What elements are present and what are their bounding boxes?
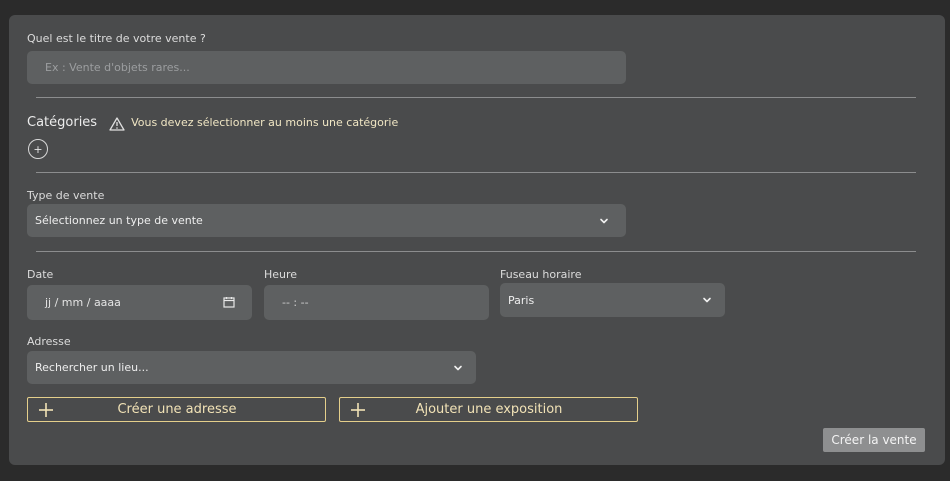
timezone-select[interactable]: Paris bbox=[500, 283, 725, 317]
title-label: Quel est le titre de votre vente ? bbox=[27, 32, 206, 45]
date-input[interactable]: jj / mm / aaaa bbox=[27, 285, 252, 320]
add-exhibition-button[interactable]: Ajouter une exposition bbox=[339, 397, 638, 422]
sale-type-select[interactable]: Sélectionnez un type de vente bbox=[27, 204, 626, 237]
warning-icon bbox=[109, 116, 125, 131]
address-label: Adresse bbox=[27, 335, 71, 348]
date-label: Date bbox=[27, 268, 54, 281]
add-exhibition-label: Ajouter une exposition bbox=[415, 402, 563, 417]
time-label: Heure bbox=[264, 268, 298, 281]
timezone-label: Fuseau horaire bbox=[500, 268, 582, 281]
plus-icon: + bbox=[33, 142, 43, 156]
time-placeholder: -- : -- bbox=[282, 296, 309, 309]
chevron-down-icon bbox=[453, 363, 463, 373]
divider-1 bbox=[36, 97, 916, 98]
plus-icon bbox=[349, 401, 367, 419]
title-input[interactable]: Ex : Vente d'objets rares... bbox=[27, 51, 626, 84]
create-address-button[interactable]: Créer une adresse bbox=[27, 397, 326, 422]
time-input[interactable]: -- : -- bbox=[264, 285, 489, 320]
divider-3 bbox=[36, 251, 916, 252]
add-category-button[interactable]: + bbox=[28, 139, 48, 159]
categories-warning: Vous devez sélectionner au moins une cat… bbox=[131, 116, 399, 129]
date-placeholder: jj / mm / aaaa bbox=[45, 296, 121, 309]
address-value: Rechercher un lieu... bbox=[35, 361, 149, 374]
divider-2 bbox=[36, 172, 916, 173]
sale-type-value: Sélectionnez un type de vente bbox=[35, 214, 203, 227]
sale-form-panel: Quel est le titre de votre vente ? Ex : … bbox=[9, 15, 945, 465]
create-sale-button[interactable]: Créer la vente bbox=[823, 428, 925, 452]
categories-row: Catégories Vous devez sélectionner au mo… bbox=[27, 115, 399, 131]
address-select[interactable]: Rechercher un lieu... bbox=[27, 351, 476, 384]
create-address-label: Créer une adresse bbox=[117, 402, 237, 417]
sale-type-label: Type de vente bbox=[27, 189, 105, 202]
chevron-down-icon bbox=[702, 295, 712, 305]
calendar-icon[interactable] bbox=[223, 296, 235, 308]
categories-label: Catégories bbox=[27, 115, 98, 130]
plus-icon bbox=[37, 401, 55, 419]
timezone-value: Paris bbox=[508, 293, 535, 307]
title-input-placeholder: Ex : Vente d'objets rares... bbox=[45, 61, 190, 74]
chevron-down-icon bbox=[599, 216, 609, 226]
